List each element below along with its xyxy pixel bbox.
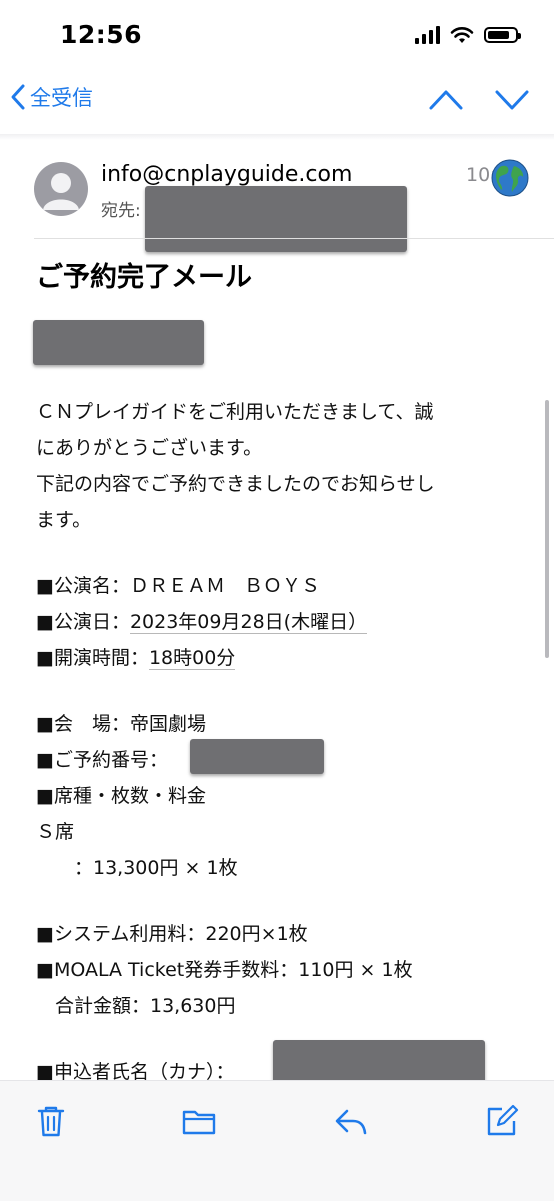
- body-line: にありがとうございます。: [36, 437, 263, 459]
- trash-icon[interactable]: [33, 1103, 69, 1139]
- body-line: ます。: [36, 509, 92, 531]
- performance-date-line: ■公演日：2023年09月28日(木曜日）: [36, 604, 516, 640]
- folder-icon[interactable]: [181, 1103, 217, 1139]
- system-fee: ■システム利用料：220円×1枚: [36, 923, 308, 945]
- redacted-greeting: [33, 320, 204, 365]
- sender-avatar[interactable]: [34, 162, 88, 216]
- ticket-fee: ■MOALA Ticket発券手数料：110円 × 1枚: [36, 959, 413, 981]
- seat-price: ：13,300円 × 1枚: [36, 857, 238, 879]
- next-message-chevron-down-icon[interactable]: [494, 84, 530, 114]
- compose-icon[interactable]: [484, 1103, 520, 1139]
- performance-date-link[interactable]: 2023年09月28日(木曜日）: [129, 611, 368, 634]
- status-time: 12:56: [60, 20, 143, 49]
- back-label: 全受信: [30, 86, 93, 110]
- person-icon: [43, 173, 79, 210]
- nav-bar: 全受信: [0, 70, 554, 134]
- message-nav-arrows: [428, 84, 530, 114]
- seat-type: Ｓ席: [36, 821, 75, 843]
- recipient-label: 宛先:: [101, 201, 141, 221]
- globe-icon: [491, 159, 529, 197]
- body-line: ＣＮプレイガイドをご利用いただきまして、誠: [36, 401, 434, 423]
- reply-icon[interactable]: [333, 1103, 369, 1139]
- seat-header: ■席種・枚数・料金: [36, 785, 206, 807]
- header-divider: [34, 238, 554, 239]
- email-subject: ご予約完了メール: [36, 262, 252, 293]
- redacted-recipient: [145, 186, 407, 252]
- previous-message-chevron-up-icon[interactable]: [428, 84, 464, 114]
- start-time-line: ■開演時間：18時00分: [36, 640, 516, 676]
- cellular-signal-icon: [415, 26, 440, 44]
- sender-address[interactable]: info@cnplayguide.com: [101, 162, 352, 187]
- start-time-link[interactable]: 18時00分: [148, 647, 236, 670]
- battery-level: [488, 31, 509, 39]
- performance-date-label: ■公演日：: [36, 611, 130, 633]
- back-button[interactable]: 全受信: [10, 82, 93, 112]
- scrollbar[interactable]: [545, 400, 549, 658]
- battery-icon: [484, 27, 521, 43]
- status-bar: 12:56: [0, 0, 554, 70]
- status-icons: [415, 26, 521, 44]
- message-card-edge: [0, 134, 554, 140]
- start-time-label: ■開演時間：: [36, 647, 149, 669]
- body-line: 下記の内容でご予約できましたのでお知らせし: [36, 473, 435, 495]
- redacted-reservation-number: [190, 739, 324, 774]
- wifi-icon: [450, 27, 474, 43]
- bottom-toolbar: [0, 1080, 554, 1201]
- venue: ■会 場：帝国劇場: [36, 713, 206, 735]
- performance-name: ■公演名：ＤＲＥＡＭ ＢＯＹＳ: [36, 575, 320, 597]
- chevron-left-icon: [11, 84, 25, 110]
- total-amount: 合計金額：13,630円: [36, 995, 236, 1017]
